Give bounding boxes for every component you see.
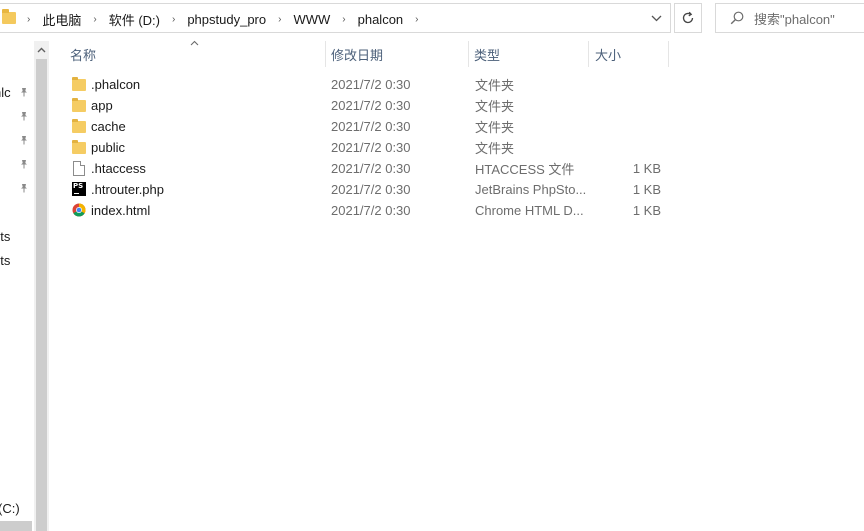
file-row[interactable]: index.html 2021/7/2 0:30 Chrome HTML D..…: [67, 200, 667, 221]
column-divider[interactable]: [325, 41, 326, 67]
file-date: 2021/7/2 0:30: [331, 161, 411, 176]
nav-scrollbar[interactable]: [34, 41, 49, 531]
column-headers: 名称 修改日期 类型 大小: [49, 38, 864, 67]
nav-item-drive-c[interactable]: (C:): [0, 498, 34, 518]
file-row[interactable]: .htaccess 2021/7/2 0:30 HTACCESS 文件 1 KB: [67, 158, 667, 179]
file-size: 1 KB: [632, 161, 661, 176]
nav-item-documents-2[interactable]: nts: [0, 250, 34, 270]
breadcrumb-item-this-pc[interactable]: 此电脑: [38, 10, 85, 29]
file-size: [590, 74, 661, 95]
chevron-right-icon[interactable]: ›: [164, 14, 183, 25]
file-name: .htrouter.php: [91, 182, 164, 197]
scroll-thumb[interactable]: [36, 59, 47, 531]
pin-icon[interactable]: [19, 183, 29, 193]
nav-item-label: (C:): [0, 500, 20, 516]
pin-icon[interactable]: [19, 159, 29, 169]
chevron-right-icon[interactable]: ›: [407, 14, 426, 25]
nav-item-label: nts: [0, 252, 11, 268]
address-history-button[interactable]: [645, 4, 667, 32]
file-type: HTACCESS 文件: [475, 162, 575, 177]
chevron-down-icon: [651, 15, 661, 21]
search-input[interactable]: 搜索"phalcon": [754, 9, 835, 28]
file-row[interactable]: cache 2021/7/2 0:30 文件夹: [67, 116, 667, 137]
file-size: [590, 95, 661, 116]
file-row[interactable]: app 2021/7/2 0:30 文件夹: [67, 95, 667, 116]
nav-item-quick-access-5[interactable]: [0, 178, 34, 198]
chrome-icon: [71, 202, 87, 218]
file-row[interactable]: public 2021/7/2 0:30 文件夹: [67, 137, 667, 158]
chevron-right-icon[interactable]: ›: [19, 14, 38, 25]
column-divider[interactable]: [588, 41, 589, 67]
address-bar-row: › 此电脑 › 软件 (D:) › phpstudy_pro › WWW › p…: [0, 0, 864, 36]
file-size: [590, 137, 661, 158]
folder-icon: [71, 139, 87, 155]
folder-icon: [71, 118, 87, 134]
column-header-date[interactable]: 修改日期: [331, 41, 383, 67]
phpstorm-icon: PS: [71, 181, 87, 197]
refresh-button[interactable]: [674, 3, 702, 33]
nav-item-label: nlc: [0, 84, 11, 100]
sort-ascending-icon: [190, 38, 199, 48]
file-type: 文件夹: [475, 99, 515, 114]
column-divider[interactable]: [668, 41, 669, 67]
column-header-size[interactable]: 大小: [595, 41, 621, 67]
file-date: 2021/7/2 0:30: [331, 182, 411, 197]
nav-item-quick-access-1[interactable]: nlc: [0, 82, 34, 102]
file-size: 1 KB: [632, 182, 661, 197]
file-date: 2021/7/2 0:30: [331, 203, 411, 218]
file-size: 1 KB: [632, 203, 661, 218]
file-name: public: [91, 140, 125, 155]
pin-icon[interactable]: [19, 135, 29, 145]
folder-icon: [71, 97, 87, 113]
breadcrumb-item-drive-d[interactable]: 软件 (D:): [105, 10, 164, 29]
file-type: 文件夹: [475, 120, 515, 135]
column-divider[interactable]: [468, 41, 469, 67]
breadcrumb: › 此电脑 › 软件 (D:) › phpstudy_pro › WWW › p…: [19, 4, 427, 34]
file-type: JetBrains PhpSto...: [475, 182, 587, 197]
navigation-pane: nlc nts nts (C:): [0, 36, 34, 531]
breadcrumb-item-www[interactable]: WWW: [289, 12, 334, 27]
nav-item-quick-access-3[interactable]: [0, 130, 34, 150]
pin-icon[interactable]: [19, 111, 29, 121]
nav-item-quick-access-4[interactable]: [0, 154, 34, 174]
search-field[interactable]: 搜索"phalcon": [715, 3, 864, 33]
file-date: 2021/7/2 0:30: [331, 98, 411, 113]
nav-item-label: nts: [0, 228, 11, 244]
file-icon: [71, 160, 87, 176]
chevron-right-icon[interactable]: ›: [334, 14, 353, 25]
chevron-right-icon[interactable]: ›: [270, 14, 289, 25]
refresh-icon: [682, 11, 694, 24]
chevron-right-icon[interactable]: ›: [85, 14, 104, 25]
nav-horizontal-scrollbar[interactable]: [0, 521, 32, 531]
file-size: [590, 116, 661, 137]
file-type: 文件夹: [475, 141, 515, 156]
chevron-up-icon: [37, 47, 46, 52]
file-type: 文件夹: [475, 78, 515, 93]
breadcrumb-item-phpstudy-pro[interactable]: phpstudy_pro: [183, 12, 270, 27]
file-name: app: [91, 98, 113, 113]
file-name: cache: [91, 119, 126, 134]
file-name: .htaccess: [91, 161, 146, 176]
address-bar[interactable]: › 此电脑 › 软件 (D:) › phpstudy_pro › WWW › p…: [0, 3, 671, 33]
file-name: .phalcon: [91, 77, 141, 92]
pin-icon[interactable]: [19, 87, 29, 97]
file-row[interactable]: .phalcon 2021/7/2 0:30 文件夹: [67, 74, 667, 95]
file-date: 2021/7/2 0:30: [331, 77, 411, 92]
scroll-up-button[interactable]: [34, 41, 49, 58]
file-name: index.html: [91, 203, 151, 218]
nav-item-quick-access-2[interactable]: [0, 106, 34, 126]
column-header-name[interactable]: 名称: [70, 41, 96, 67]
nav-item-documents[interactable]: nts: [0, 226, 34, 246]
search-icon: [730, 11, 744, 25]
file-type: Chrome HTML D...: [475, 203, 584, 218]
folder-icon: [71, 76, 87, 92]
column-header-type[interactable]: 类型: [474, 41, 500, 67]
breadcrumb-item-phalcon[interactable]: phalcon: [354, 12, 408, 27]
folder-icon: [2, 9, 16, 24]
file-date: 2021/7/2 0:30: [331, 140, 411, 155]
file-row[interactable]: PS .htrouter.php 2021/7/2 0:30 JetBrains…: [67, 179, 667, 200]
file-date: 2021/7/2 0:30: [331, 119, 411, 134]
